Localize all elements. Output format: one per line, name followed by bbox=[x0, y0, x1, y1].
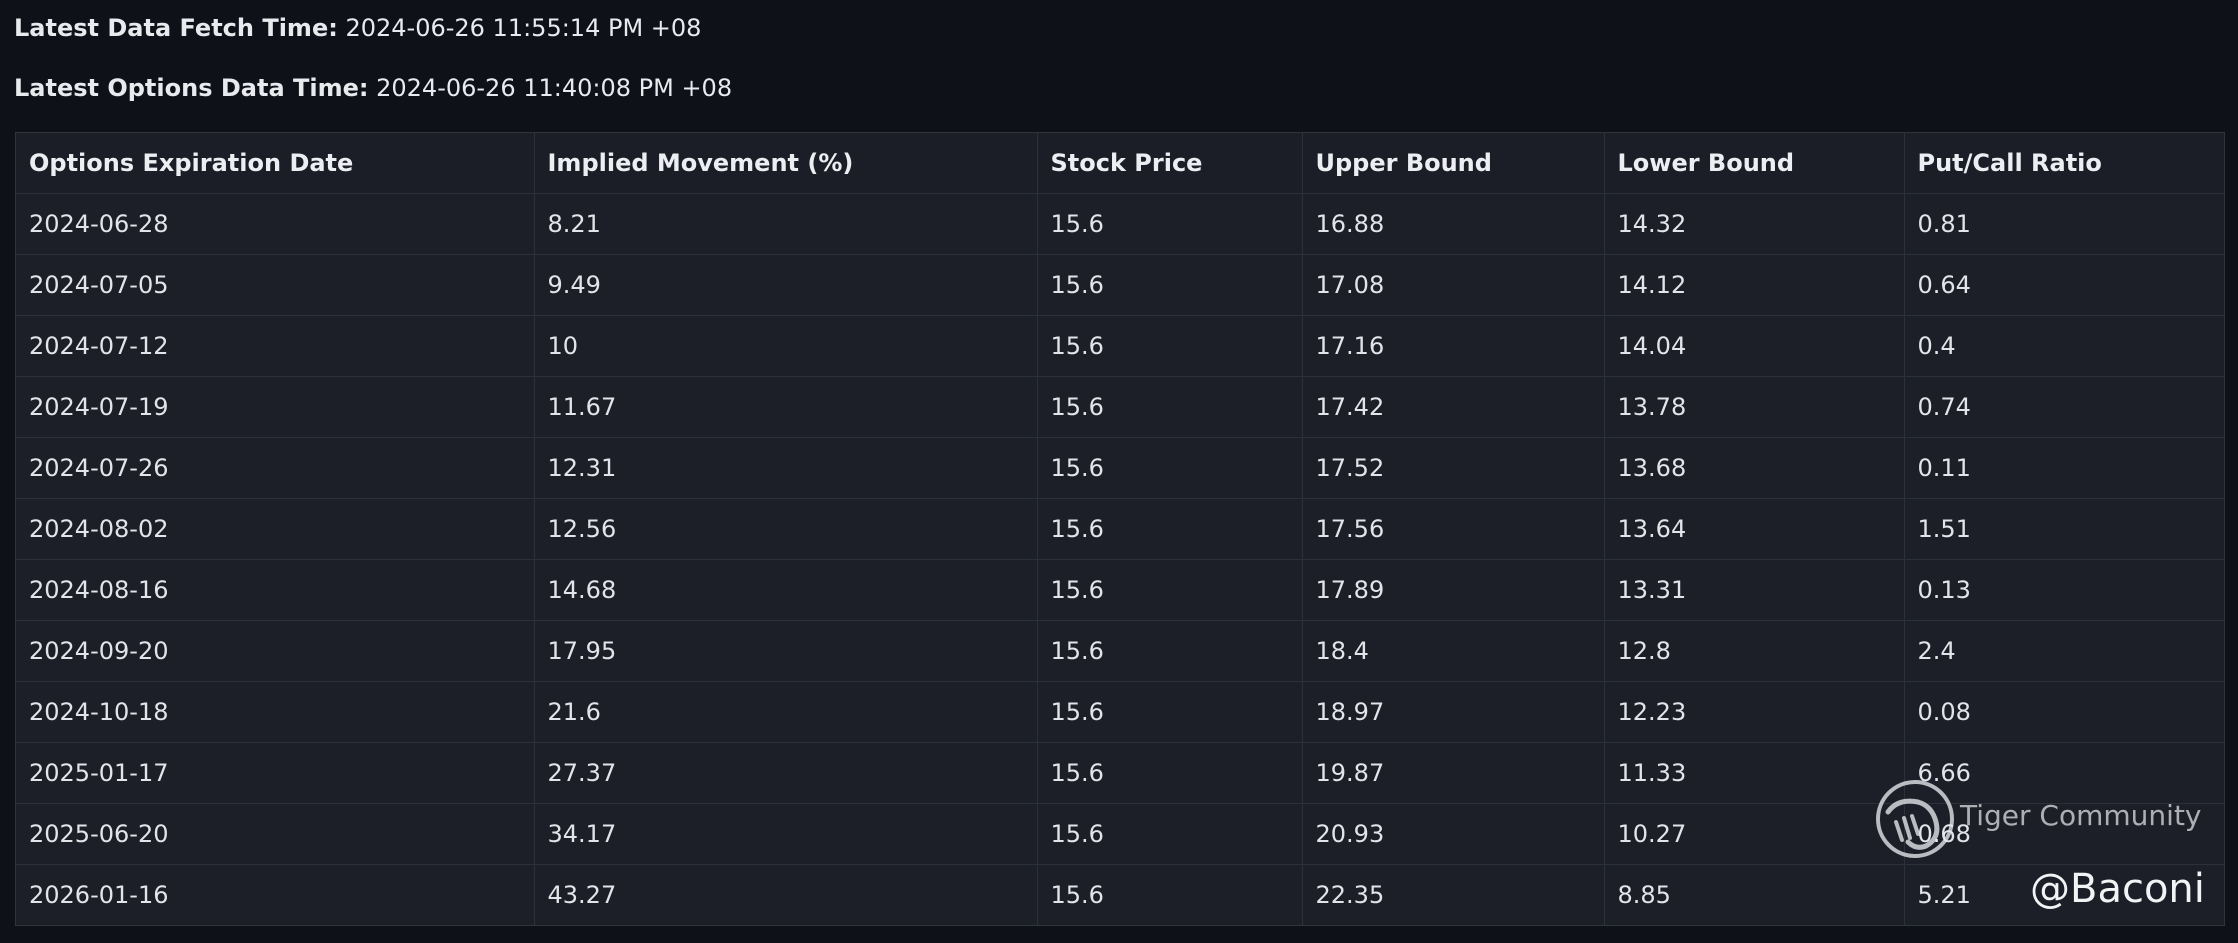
expiration-date-cell: 2026-01-16 bbox=[16, 864, 535, 925]
put-call-ratio-cell: 0.64 bbox=[1904, 254, 2224, 316]
put-call-ratio-cell: 2.4 bbox=[1904, 620, 2224, 682]
put-call-ratio-cell: 1.51 bbox=[1904, 498, 2224, 560]
lower-bound-cell: 13.64 bbox=[1604, 498, 1905, 560]
expiration-date-cell: 2024-07-26 bbox=[16, 437, 535, 499]
put-call-ratio-cell: 0.81 bbox=[1904, 193, 2224, 255]
author-handle: @Baconi bbox=[2030, 866, 2205, 912]
stock-price-cell: 15.6 bbox=[1037, 376, 1303, 438]
upper-bound-cell: 17.56 bbox=[1302, 498, 1605, 560]
stock-price-cell: 15.6 bbox=[1037, 254, 1303, 316]
latest-options-data-time: Latest Options Data Time: 2024-06-26 11:… bbox=[14, 74, 732, 102]
expiration-date-cell: 2024-06-28 bbox=[16, 193, 535, 255]
options-time-label: Latest Options Data Time: bbox=[14, 74, 369, 102]
implied-movement-cell: 9.49 bbox=[534, 254, 1038, 316]
stock-price-cell: 15.6 bbox=[1037, 559, 1303, 621]
table-row: 2024-10-18 21.6 15.6 18.97 12.23 0.08 bbox=[16, 681, 2224, 743]
stock-price-cell: 15.6 bbox=[1037, 742, 1303, 804]
lower-bound-cell: 14.32 bbox=[1604, 193, 1905, 255]
upper-bound-cell: 17.52 bbox=[1302, 437, 1605, 499]
stock-price-cell: 15.6 bbox=[1037, 315, 1303, 377]
fetch-time-value: 2024-06-26 11:55:14 PM +08 bbox=[345, 14, 702, 42]
implied-movement-cell: 8.21 bbox=[534, 193, 1038, 255]
implied-movement-cell: 14.68 bbox=[534, 559, 1038, 621]
implied-movement-cell: 12.31 bbox=[534, 437, 1038, 499]
column-header-upper-bound[interactable]: Upper Bound bbox=[1302, 133, 1605, 194]
implied-movement-cell: 12.56 bbox=[534, 498, 1038, 560]
upper-bound-cell: 17.08 bbox=[1302, 254, 1605, 316]
lower-bound-cell: 8.85 bbox=[1604, 864, 1905, 925]
column-header-implied-movement[interactable]: Implied Movement (%) bbox=[534, 133, 1038, 194]
put-call-ratio-cell: 0.11 bbox=[1904, 437, 2224, 499]
options-time-value: 2024-06-26 11:40:08 PM +08 bbox=[376, 74, 733, 102]
expiration-date-cell: 2024-08-16 bbox=[16, 559, 535, 621]
put-call-ratio-cell: 0.4 bbox=[1904, 315, 2224, 377]
implied-movement-cell: 11.67 bbox=[534, 376, 1038, 438]
stock-price-cell: 15.6 bbox=[1037, 681, 1303, 743]
implied-movement-cell: 21.6 bbox=[534, 681, 1038, 743]
upper-bound-cell: 17.89 bbox=[1302, 559, 1605, 621]
lower-bound-cell: 13.31 bbox=[1604, 559, 1905, 621]
stock-price-cell: 15.6 bbox=[1037, 437, 1303, 499]
table-row: 2024-07-05 9.49 15.6 17.08 14.12 0.64 bbox=[16, 254, 2224, 316]
column-header-lower-bound[interactable]: Lower Bound bbox=[1604, 133, 1905, 194]
table-row: 2024-07-26 12.31 15.6 17.52 13.68 0.11 bbox=[16, 437, 2224, 499]
stock-price-cell: 15.6 bbox=[1037, 620, 1303, 682]
expiration-date-cell: 2024-08-02 bbox=[16, 498, 535, 560]
stock-price-cell: 15.6 bbox=[1037, 864, 1303, 925]
lower-bound-cell: 14.12 bbox=[1604, 254, 1905, 316]
implied-movement-cell: 27.37 bbox=[534, 742, 1038, 804]
tiger-logo-icon bbox=[1876, 780, 1954, 858]
upper-bound-cell: 22.35 bbox=[1302, 864, 1605, 925]
expiration-date-cell: 2025-01-17 bbox=[16, 742, 535, 804]
implied-movement-cell: 43.27 bbox=[534, 864, 1038, 925]
table-row: 2024-06-28 8.21 15.6 16.88 14.32 0.81 bbox=[16, 193, 2224, 255]
lower-bound-cell: 12.23 bbox=[1604, 681, 1905, 743]
table-row: 2024-07-12 10 15.6 17.16 14.04 0.4 bbox=[16, 315, 2224, 377]
upper-bound-cell: 18.4 bbox=[1302, 620, 1605, 682]
lower-bound-cell: 13.78 bbox=[1604, 376, 1905, 438]
column-header-stock-price[interactable]: Stock Price bbox=[1037, 133, 1303, 194]
expiration-date-cell: 2024-07-12 bbox=[16, 315, 535, 377]
expiration-date-cell: 2024-07-05 bbox=[16, 254, 535, 316]
fetch-time-label: Latest Data Fetch Time: bbox=[14, 14, 338, 42]
put-call-ratio-cell: 0.08 bbox=[1904, 681, 2224, 743]
put-call-ratio-cell: 0.74 bbox=[1904, 376, 2224, 438]
table-row: 2024-08-16 14.68 15.6 17.89 13.31 0.13 bbox=[16, 559, 2224, 621]
upper-bound-cell: 18.97 bbox=[1302, 681, 1605, 743]
column-header-expiration-date[interactable]: Options Expiration Date bbox=[16, 133, 535, 194]
lower-bound-cell: 13.68 bbox=[1604, 437, 1905, 499]
table-row: 2024-07-19 11.67 15.6 17.42 13.78 0.74 bbox=[16, 376, 2224, 438]
implied-movement-cell: 17.95 bbox=[534, 620, 1038, 682]
upper-bound-cell: 19.87 bbox=[1302, 742, 1605, 804]
expiration-date-cell: 2024-09-20 bbox=[16, 620, 535, 682]
table-row: 2024-08-02 12.56 15.6 17.56 13.64 1.51 bbox=[16, 498, 2224, 560]
stock-price-cell: 15.6 bbox=[1037, 193, 1303, 255]
watermark-brand-text: Tiger Community bbox=[1960, 798, 2202, 832]
column-header-put-call-ratio[interactable]: Put/Call Ratio bbox=[1904, 133, 2224, 194]
table-header-row: Options Expiration Date Implied Movement… bbox=[16, 133, 2224, 194]
expiration-date-cell: 2025-06-20 bbox=[16, 803, 535, 865]
lower-bound-cell: 14.04 bbox=[1604, 315, 1905, 377]
stock-price-cell: 15.6 bbox=[1037, 498, 1303, 560]
upper-bound-cell: 16.88 bbox=[1302, 193, 1605, 255]
tiger-community-watermark: Tiger Community bbox=[1874, 778, 2202, 860]
table-row: 2024-09-20 17.95 15.6 18.4 12.8 2.4 bbox=[16, 620, 2224, 682]
latest-data-fetch-time: Latest Data Fetch Time: 2024-06-26 11:55… bbox=[14, 14, 701, 42]
implied-movement-cell: 10 bbox=[534, 315, 1038, 377]
put-call-ratio-cell: 0.13 bbox=[1904, 559, 2224, 621]
lower-bound-cell: 11.33 bbox=[1604, 742, 1905, 804]
lower-bound-cell: 10.27 bbox=[1604, 803, 1905, 865]
lower-bound-cell: 12.8 bbox=[1604, 620, 1905, 682]
table-row: 2026-01-16 43.27 15.6 22.35 8.85 5.21 bbox=[16, 864, 2224, 925]
upper-bound-cell: 17.42 bbox=[1302, 376, 1605, 438]
stock-price-cell: 15.6 bbox=[1037, 803, 1303, 865]
expiration-date-cell: 2024-07-19 bbox=[16, 376, 535, 438]
implied-movement-cell: 34.17 bbox=[534, 803, 1038, 865]
expiration-date-cell: 2024-10-18 bbox=[16, 681, 535, 743]
upper-bound-cell: 17.16 bbox=[1302, 315, 1605, 377]
upper-bound-cell: 20.93 bbox=[1302, 803, 1605, 865]
